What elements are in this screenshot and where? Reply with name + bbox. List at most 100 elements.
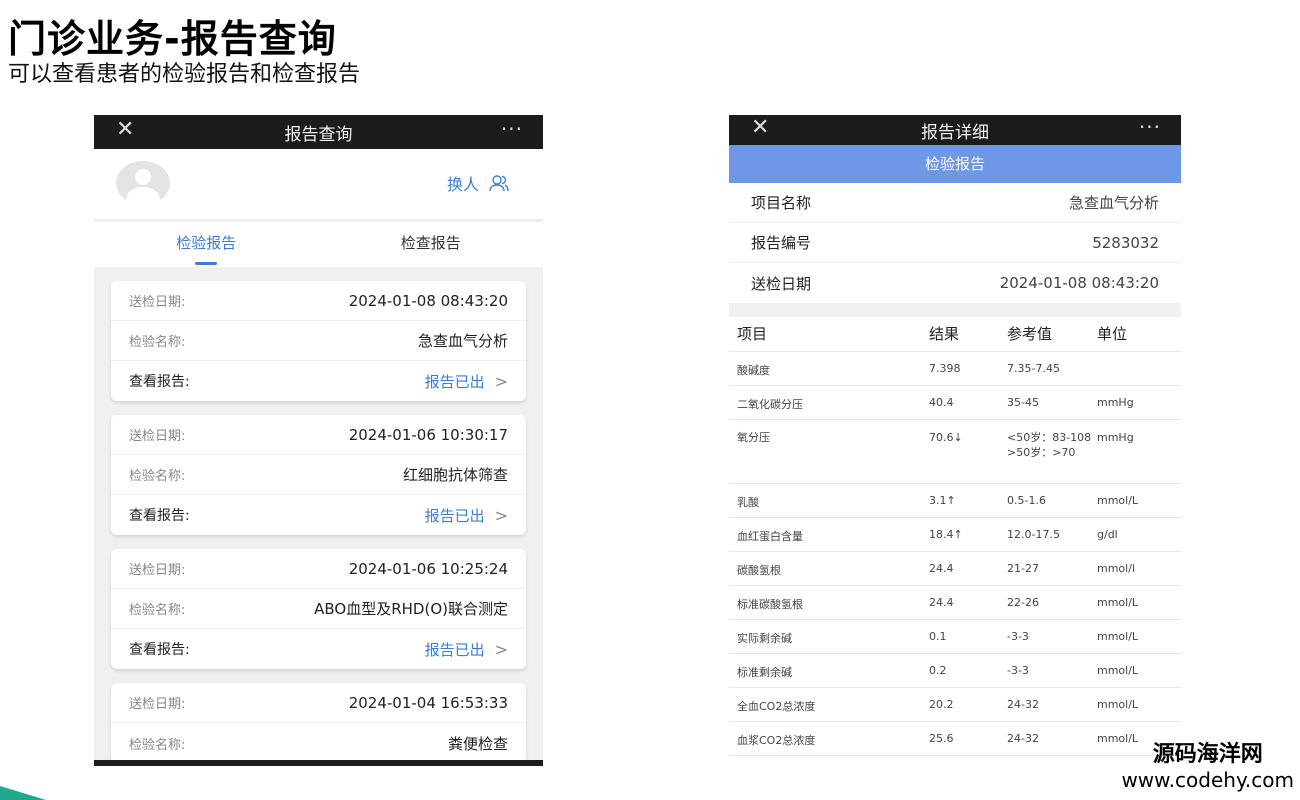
page-title: 报告查询 (284, 124, 353, 145)
column-header: 结果 (929, 317, 1007, 352)
item-cell: 血浆CO2总浓度 (729, 721, 929, 756)
view-report-link[interactable]: 报告已出 > (425, 505, 508, 526)
unit-cell: mmol/l (1097, 551, 1181, 586)
column-header: 单位 (1097, 317, 1181, 352)
reference-cell: 0.5-1.6 (1007, 483, 1097, 518)
table-header-row: 项目 结果 参考值 单位 (729, 317, 1181, 352)
table-row: 酸碱度 7.398 7.35-7.45 (729, 351, 1181, 386)
item-cell: 标准碳酸氢根 (729, 585, 929, 620)
result-cell: 24.4 (929, 585, 1007, 620)
result-cell: 24.4 (929, 551, 1007, 586)
chevron-right-icon: > (494, 505, 508, 525)
result-cell: 25.6 (929, 721, 1007, 756)
view-report-link[interactable]: 报告已出 > (425, 639, 508, 660)
close-icon[interactable]: ✕ (116, 117, 134, 142)
item-cell: 标准剩余碱 (729, 653, 929, 688)
page-title: 报告详细 (921, 122, 989, 143)
reference-cell: 7.35-7.45 (1007, 351, 1097, 386)
table-row: 实际剩余碱 0.1 -3-3 mmol/L (729, 619, 1181, 654)
table-row: 碳酸氢根 24.4 21-27 mmol/l (729, 551, 1181, 586)
item-cell: 乳酸 (729, 483, 929, 518)
avatar (116, 161, 170, 205)
reference-cell: 22-26 (1007, 585, 1097, 620)
reference-cell: 21-27 (1007, 551, 1097, 586)
unit-cell: mmol/L (1097, 687, 1181, 722)
date-label: 送检日期: (129, 563, 186, 578)
status-text: 报告已出 (424, 506, 485, 525)
unit-cell: mmol/L (1097, 585, 1181, 620)
info-label: 报告编号 (751, 234, 812, 252)
patient-row: 换人 (94, 149, 543, 219)
result-cell: 0.1 (929, 619, 1007, 654)
item-cell: 全血CO2总浓度 (729, 687, 929, 722)
status-text: 报告已出 (424, 372, 485, 391)
report-card[interactable]: 送检日期: 2024-01-04 16:53:33 检验名称: 粪便检查 (111, 683, 526, 760)
top-bar: ✕ 报告详细 ··· (729, 115, 1181, 145)
view-report-link[interactable]: 报告已出 > (425, 371, 508, 392)
report-card[interactable]: 送检日期: 2024-01-08 08:43:20 检验名称: 急查血气分析 查看报… (111, 281, 526, 401)
users-icon (489, 175, 509, 192)
result-cell: 0.2 (929, 653, 1007, 688)
name-value: 红细胞抗体筛查 (402, 466, 508, 484)
info-row: 项目名称 急查血气分析 (729, 183, 1181, 223)
unit-cell: mmHg (1097, 385, 1181, 420)
table-row: 氧分压 70.6↓ <50岁：83-108 >50岁：>70 mmHg (729, 419, 1181, 484)
result-cell: 3.1↑ (929, 483, 1007, 518)
item-cell: 氧分压 (729, 419, 929, 484)
date-label: 送检日期: (129, 429, 186, 444)
item-cell: 血红蛋白含量 (729, 517, 929, 552)
table-row: 标准剩余碱 0.2 -3-3 mmol/L (729, 653, 1181, 688)
item-cell: 碳酸氢根 (729, 551, 929, 586)
report-detail-screen: ✕ 报告详细 ··· 检验报告 项目名称 急查血气分析 报告编号 5283032 送… (729, 115, 1181, 765)
unit-cell: mmol/L (1097, 619, 1181, 654)
reference-cell: 35-45 (1007, 385, 1097, 420)
view-label: 查看报告: (129, 508, 190, 524)
table-row: 血红蛋白含量 18.4↑ 12.0-17.5 g/dl (729, 517, 1181, 552)
report-card[interactable]: 送检日期: 2024-01-06 10:25:24 检验名称: ABO血型及RHD(… (111, 549, 526, 669)
reference-cell: <50岁：83-108 >50岁：>70 (1007, 419, 1097, 484)
table-row: 血浆CO2总浓度 25.6 24-32 mmol/L (729, 721, 1181, 756)
unit-cell: mmol/L (1097, 483, 1181, 518)
watermark-cn: 源码海洋网 (1152, 742, 1263, 767)
column-header: 参考值 (1007, 317, 1097, 352)
info-value: 2024-01-08 08:43:20 (999, 274, 1159, 292)
report-query-screen: ✕ 报告查询 ··· 换人 检验报告 检查报告 送检日期: 2024-01-08 … (94, 115, 543, 766)
tab-exam-report[interactable]: 检查报告 (319, 222, 544, 267)
switch-patient-button[interactable]: 换人 (447, 171, 509, 195)
date-value: 2024-01-04 16:53:33 (348, 693, 508, 712)
date-label: 送检日期: (129, 295, 186, 310)
table-row: 标准碳酸氢根 24.4 22-26 mmol/L (729, 585, 1181, 620)
name-value: ABO血型及RHD(O)联合测定 (314, 600, 508, 618)
unit-cell (1097, 351, 1181, 386)
results-table: 项目 结果 参考值 单位 酸碱度 7.398 7.35-7.45 二氧化碳分压 40.4… (729, 317, 1181, 756)
watermark: 源码海洋网 www.codehy.com (1121, 736, 1294, 792)
name-value: 急查血气分析 (417, 332, 508, 350)
table-row: 二氧化碳分压 40.4 35-45 mmHg (729, 385, 1181, 420)
table-row: 全血CO2总浓度 20.2 24-32 mmol/L (729, 687, 1181, 722)
info-label: 项目名称 (751, 194, 812, 212)
more-icon[interactable]: ··· (501, 117, 523, 141)
name-label: 检验名称: (129, 737, 186, 753)
status-text: 报告已出 (424, 640, 485, 659)
more-icon[interactable]: ··· (1139, 115, 1161, 139)
table-row: 乳酸 3.1↑ 0.5-1.6 mmol/L (729, 483, 1181, 518)
reference-cell: 24-32 (1007, 721, 1097, 756)
name-value: 粪便检查 (447, 734, 508, 753)
reference-cell: -3-3 (1007, 619, 1097, 654)
tab-lab-report[interactable]: 检验报告 (94, 222, 319, 267)
name-label: 检验名称: (129, 335, 186, 350)
result-cell: 20.2 (929, 687, 1007, 722)
divider (729, 303, 1181, 317)
section-header: 检验报告 (729, 145, 1181, 183)
slide-title: 门诊业务-报告查询 (8, 17, 337, 61)
report-card[interactable]: 送检日期: 2024-01-06 10:30:17 检验名称: 红细胞抗体筛查 查看… (111, 415, 526, 535)
reference-cell: -3-3 (1007, 653, 1097, 688)
unit-cell: mmHg (1097, 419, 1181, 484)
report-tabs: 检验报告 检查报告 (94, 219, 543, 267)
close-icon[interactable]: ✕ (751, 115, 769, 140)
info-label: 送检日期 (751, 274, 812, 293)
date-value: 2024-01-06 10:25:24 (348, 559, 508, 578)
info-row: 报告编号 5283032 (729, 223, 1181, 263)
reference-cell: 12.0-17.5 (1007, 517, 1097, 552)
view-label: 查看报告: (129, 642, 190, 658)
